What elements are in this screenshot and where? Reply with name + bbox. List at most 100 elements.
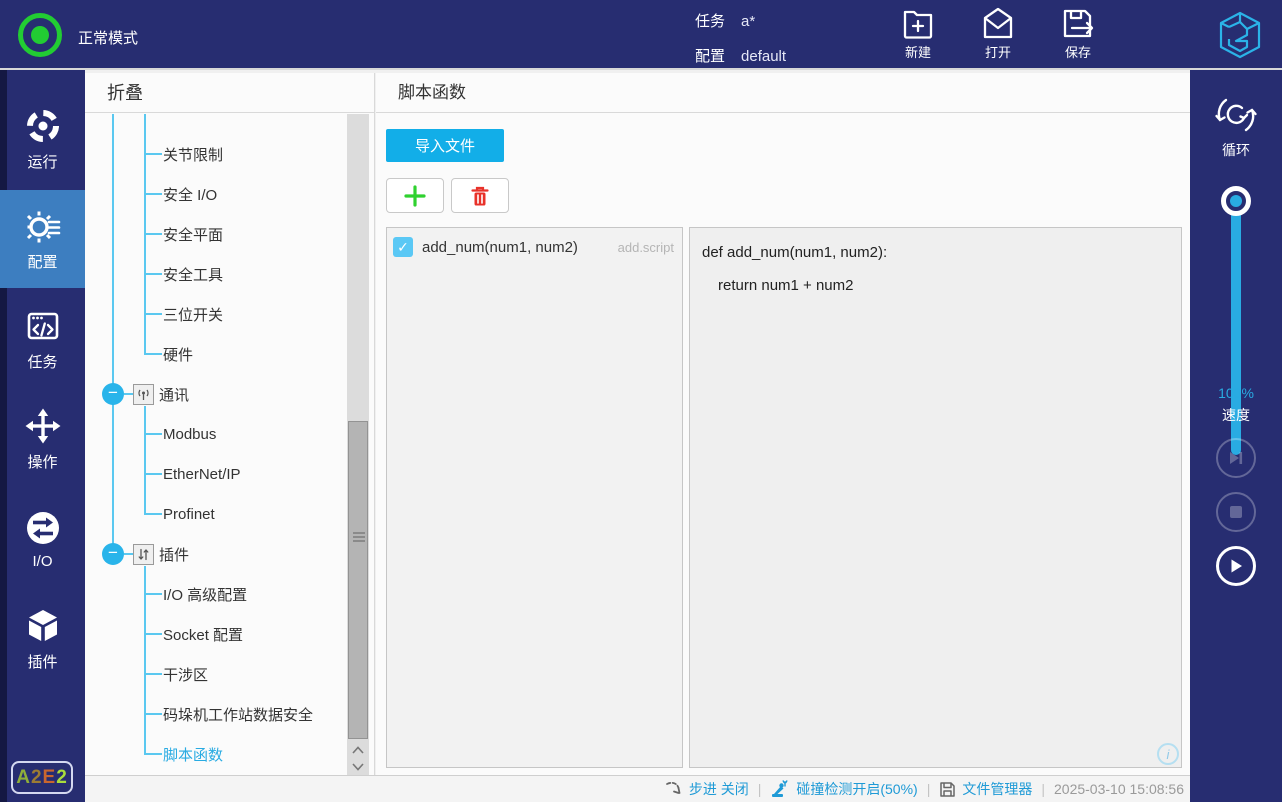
task-label: 任务: [695, 13, 725, 30]
task-value: a*: [741, 13, 755, 30]
tree-item-modbus[interactable]: Modbus: [85, 414, 343, 454]
import-file-button[interactable]: 导入文件: [386, 129, 504, 162]
file-manager-link[interactable]: 文件管理器: [962, 779, 1032, 799]
speed-label: 速度: [1190, 405, 1282, 425]
nav-label-task: 任务: [27, 351, 57, 372]
add-script-button[interactable]: [386, 178, 444, 213]
config-gear-icon: [24, 207, 62, 245]
save-icon: [1060, 6, 1096, 40]
stop-icon: [1229, 505, 1243, 519]
collapse-toggle-icon[interactable]: −: [102, 543, 124, 565]
nav-item-operate[interactable]: 操作: [0, 390, 85, 488]
new-button[interactable]: 新建: [880, 6, 956, 61]
nav-label-operate: 操作: [27, 451, 57, 472]
tree-item-script-functions[interactable]: 脚本函数: [85, 734, 343, 774]
nav-item-run[interactable]: 运行: [0, 90, 85, 188]
task-code-icon: [24, 307, 62, 345]
separator: |: [1038, 781, 1048, 797]
info-icon[interactable]: i: [1157, 743, 1179, 765]
tree-group-communication[interactable]: − 通讯: [85, 374, 343, 414]
scroll-up-button[interactable]: [347, 741, 369, 758]
scroll-down-button[interactable]: [347, 758, 369, 775]
tree-item-hardware[interactable]: 硬件: [85, 334, 343, 374]
mode-label: 正常模式: [78, 27, 138, 48]
tree-scrollbar-thumb[interactable]: [348, 421, 368, 739]
separator: |: [924, 781, 934, 797]
sliders-icon: [133, 544, 154, 565]
clock-timestamp: 2025-03-10 15:08:56: [1054, 781, 1184, 797]
new-file-icon: [900, 6, 936, 40]
collapse-all-button[interactable]: 折叠: [85, 73, 374, 113]
tree-item-safety-tool[interactable]: 安全工具: [85, 254, 343, 294]
tree-item-palletizer-data-safety[interactable]: 码垛机工作站数据安全: [85, 694, 343, 734]
step-next-button[interactable]: [1216, 438, 1256, 478]
collision-detection-status[interactable]: 碰撞检测开启(50%): [796, 779, 917, 799]
nav-item-task[interactable]: 任务: [0, 290, 85, 388]
config-tree: 关节限制 安全 I/O 安全平面 安全工具 三位开关 硬件 − 通讯 Modbu…: [85, 114, 345, 775]
plugin-cube-icon: [24, 607, 62, 645]
open-file-icon: [980, 6, 1016, 40]
tree-item-three-position-switch[interactable]: 三位开关: [85, 294, 343, 334]
badge-char: A: [16, 767, 31, 789]
save-button-label: 保存: [1065, 42, 1091, 61]
stop-button[interactable]: [1216, 492, 1256, 532]
script-checkbox[interactable]: ✓: [393, 237, 413, 257]
tree-item-interference-zone[interactable]: 干涉区: [85, 654, 343, 694]
badge-char: 2: [31, 767, 43, 789]
config-label: 配置: [695, 48, 725, 65]
trash-icon: [467, 183, 493, 209]
tree-group-plugin[interactable]: − 插件: [85, 534, 343, 574]
speed-slider-thumb[interactable]: [1221, 186, 1251, 216]
left-nav: 运行 配置 任务 操作: [0, 70, 85, 802]
move-arrows-icon: [24, 407, 62, 445]
play-icon: [1227, 557, 1245, 575]
loop-label: 循环: [1190, 140, 1282, 160]
nav-label-config: 配置: [27, 251, 57, 272]
loop-button[interactable]: 循环: [1190, 92, 1282, 160]
scrollbar-grip-icon: [353, 532, 365, 534]
brand-logo-icon: [1214, 9, 1266, 61]
plus-icon: [403, 184, 427, 208]
open-button-label: 打开: [985, 42, 1011, 61]
nav-label-run: 运行: [27, 151, 57, 172]
collapse-toggle-icon[interactable]: −: [102, 383, 124, 405]
tree-item-ethernet-ip[interactable]: EtherNet/IP: [85, 454, 343, 494]
chevron-down-icon: [352, 763, 364, 771]
config-value: default: [741, 48, 786, 65]
tree-item-safety-plane[interactable]: 安全平面: [85, 214, 343, 254]
status-bar: 步进 关闭 | 碰撞检测开启(50%) | 文件管理器 | 2025-03-10…: [85, 775, 1190, 802]
nav-item-config[interactable]: 配置: [0, 190, 85, 288]
antenna-icon: [133, 384, 154, 405]
tree-item-safety-io[interactable]: 安全 I/O: [85, 174, 343, 214]
config-row: 配置 default: [695, 45, 786, 66]
tree-item-io-advanced[interactable]: I/O 高级配置: [85, 574, 343, 614]
task-row: 任务 a*: [695, 10, 755, 31]
open-button[interactable]: 打开: [960, 6, 1036, 61]
mode-indicator-icon[interactable]: [18, 13, 62, 57]
script-file-tag: add.script: [618, 240, 674, 255]
code-editor[interactable]: def add_num(num1, num2): return num1 + n…: [689, 227, 1182, 768]
delete-script-button[interactable]: [451, 178, 509, 213]
page-title: 脚本函数: [376, 73, 1190, 113]
save-button[interactable]: 保存: [1040, 6, 1116, 61]
new-button-label: 新建: [905, 42, 931, 61]
script-functions-panel: 脚本函数 导入文件 ✓ add_num(num1, num2) add.scri…: [376, 73, 1190, 775]
tree-item-profinet[interactable]: Profinet: [85, 494, 343, 534]
nav-item-io[interactable]: I/O: [0, 490, 85, 588]
nav-item-plugin[interactable]: 插件: [0, 590, 85, 688]
file-manager-icon: [939, 781, 956, 798]
play-button[interactable]: [1216, 546, 1256, 586]
io-exchange-icon: [24, 509, 62, 547]
tree-item-socket-config[interactable]: Socket 配置: [85, 614, 343, 654]
a2e2-badge[interactable]: A 2 E 2: [11, 761, 73, 794]
script-list-item[interactable]: ✓ add_num(num1, num2) add.script: [393, 233, 676, 261]
script-list: ✓ add_num(num1, num2) add.script: [386, 227, 683, 768]
badge-char: 2: [56, 767, 68, 789]
nav-label-io: I/O: [32, 553, 52, 570]
chevron-up-icon: [352, 746, 364, 754]
tree-scrollbar[interactable]: [347, 114, 369, 775]
tree-item-joint-limit[interactable]: 关节限制: [85, 134, 343, 174]
step-mode-status[interactable]: 步进 关闭: [689, 779, 749, 799]
collision-detection-icon: [770, 780, 790, 798]
separator: |: [755, 781, 765, 797]
